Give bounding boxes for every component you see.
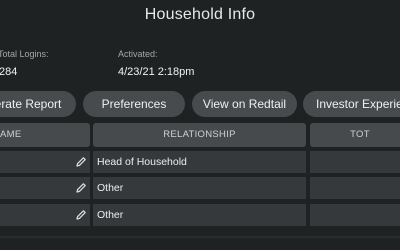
divider	[0, 236, 400, 238]
table-row-1-relationship: Head of Household	[93, 151, 306, 173]
activated-label: Activated:	[118, 49, 158, 59]
total-logins-value: 284	[0, 66, 18, 78]
generate-report-button[interactable]: erate Report	[0, 91, 76, 117]
column-header-relationship[interactable]: RELATIONSHIP	[93, 123, 306, 147]
pencil-icon[interactable]	[75, 182, 87, 194]
pencil-icon[interactable]	[75, 156, 87, 168]
preferences-button[interactable]: Preferences	[83, 91, 185, 117]
pencil-icon[interactable]	[75, 209, 87, 221]
investor-experience-button[interactable]: Investor Experie	[303, 91, 400, 117]
table-row-3-relationship: Other	[93, 204, 306, 226]
table-row-1-total	[310, 151, 400, 173]
column-header-name[interactable]: AME	[0, 123, 90, 147]
column-header-total[interactable]: TOT	[310, 123, 400, 147]
table-row-2-total	[310, 177, 400, 199]
total-logins-label: Total Logins:	[0, 49, 49, 59]
view-on-redtail-button[interactable]: View on Redtail	[192, 91, 297, 117]
activated-value: 4/23/21 2:18pm	[118, 66, 195, 78]
table-row-2-relationship: Other	[93, 177, 306, 199]
page-title: Household Info	[144, 6, 256, 23]
table-row-3-total	[310, 204, 400, 226]
